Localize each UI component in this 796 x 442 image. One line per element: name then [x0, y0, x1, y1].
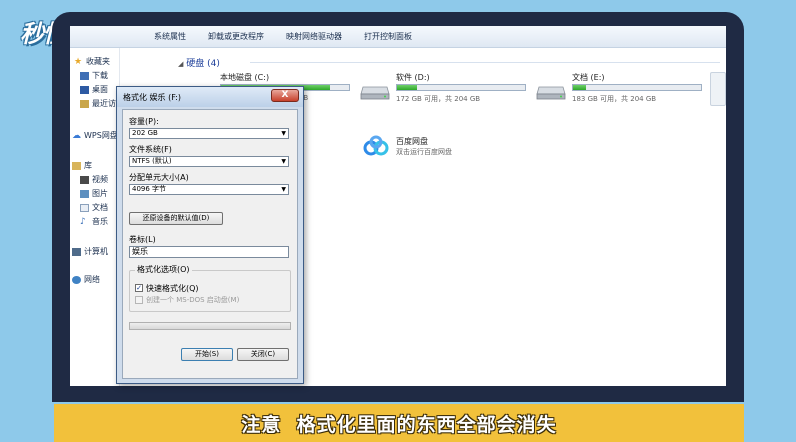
toolbar-system-properties[interactable]: 系统属性	[154, 31, 186, 42]
close-button[interactable]: 关闭(C)	[237, 348, 289, 361]
drive-d-usage-bar	[396, 84, 526, 91]
quick-format-label: 快速格式化(Q)	[146, 284, 199, 293]
nav-videos[interactable]: 视频	[80, 174, 108, 185]
nav-desktop[interactable]: 桌面	[80, 84, 108, 95]
filesystem-select[interactable]: NTFS (默认) ▼	[129, 156, 289, 167]
filesystem-label: 文件系统(F)	[129, 145, 172, 154]
allocation-unit-select[interactable]: 4096 字节 ▼	[129, 184, 289, 195]
desktop-icon	[80, 85, 89, 94]
nav-documents[interactable]: 文档	[80, 202, 108, 213]
explorer-toolbar: 系统属性 卸载或更改程序 映射网络驱动器 打开控制面板	[70, 26, 726, 48]
close-icon: X	[281, 90, 289, 100]
star-icon: ★	[74, 56, 83, 67]
recent-places-icon	[80, 99, 89, 108]
section-divider	[250, 62, 720, 63]
cloud-icon: ☁	[72, 130, 81, 141]
nav-wps-drive[interactable]: ☁ WPS网盘	[72, 130, 118, 141]
library-icon	[72, 161, 81, 170]
collapse-triangle-icon: ◢	[178, 60, 184, 68]
start-button[interactable]: 开始(S)	[181, 348, 233, 361]
restore-defaults-button[interactable]: 还原设备的默认值(D)	[129, 212, 223, 225]
volume-label-label: 卷标(L)	[129, 235, 156, 244]
computer-icon	[72, 247, 81, 256]
toolbar-map-network-drive[interactable]: 映射网络驱动器	[286, 31, 342, 42]
format-dialog: 格式化 娱乐 (F:) X 容量(P): 202 GB ▼ 文件系统(F) NT…	[116, 86, 304, 384]
format-progress-bar	[129, 322, 291, 330]
dialog-title-bar[interactable]: 格式化 娱乐 (F:) X	[117, 87, 303, 107]
hard-disks-section-title[interactable]: ◢ 硬盘 (4)	[178, 56, 220, 69]
dialog-title: 格式化 娱乐 (F:)	[123, 93, 182, 102]
drive-e[interactable]: 文档 (E:) 183 GB 可用，共 204 GB	[536, 72, 716, 106]
nav-recent[interactable]: 最近访	[80, 98, 116, 109]
downloads-folder-icon	[80, 71, 89, 80]
drive-e-usage-bar	[572, 84, 702, 91]
checkmark-icon: ✓	[136, 284, 142, 292]
allocation-unit-label: 分配单元大小(A)	[129, 173, 189, 182]
music-note-icon: ♪	[80, 216, 86, 227]
capacity-select[interactable]: 202 GB ▼	[129, 128, 289, 139]
msdos-startup-checkbox[interactable]	[135, 296, 143, 304]
volume-label-input[interactable]: 娱乐	[129, 246, 289, 258]
format-options-label: 格式化选项(O)	[135, 264, 192, 275]
drive-d-usage-fill	[397, 85, 418, 90]
nav-computer[interactable]: 计算机	[72, 246, 108, 257]
drive-e-usage-fill	[573, 85, 586, 90]
document-icon	[80, 203, 89, 212]
hard-drive-icon	[360, 86, 390, 100]
subtitle-banner: 注意 格式化里面的东西全部会消失	[54, 404, 744, 442]
drive-f-partial[interactable]	[710, 72, 726, 106]
network-icon	[72, 275, 81, 284]
msdos-startup-label: 创建一个 MS-DOS 启动盘(M)	[146, 296, 240, 304]
dropdown-arrow-icon: ▼	[281, 158, 286, 165]
nav-library[interactable]: 库	[72, 160, 92, 171]
quick-format-checkbox[interactable]: ✓	[135, 284, 143, 292]
nav-network[interactable]: 网络	[72, 274, 100, 285]
drive-d[interactable]: 软件 (D:) 172 GB 可用，共 204 GB	[360, 72, 540, 106]
toolbar-open-control-panel[interactable]: 打开控制面板	[364, 31, 412, 42]
nav-pictures[interactable]: 图片	[80, 188, 108, 199]
nav-favorites[interactable]: ★ 收藏夹	[74, 56, 110, 67]
nav-downloads[interactable]: 下载	[80, 70, 108, 81]
hard-drive-icon	[536, 86, 566, 100]
navigation-pane: ★ 收藏夹 下载 桌面 最近访 ☁ WPS网盘 库 视频 图片 文档 ♪ 音乐 …	[70, 48, 120, 386]
capacity-label: 容量(P):	[129, 117, 159, 126]
subtitle-text: 注意 格式化里面的东西全部会消失	[241, 413, 557, 436]
dropdown-arrow-icon: ▼	[281, 186, 286, 193]
video-icon	[80, 175, 89, 184]
dialog-close-button[interactable]: X	[271, 89, 299, 102]
dialog-body: 容量(P): 202 GB ▼ 文件系统(F) NTFS (默认) ▼ 分配单元…	[122, 109, 298, 379]
toolbar-uninstall-program[interactable]: 卸载或更改程序	[208, 31, 264, 42]
baidu-netdisk-item[interactable]: 百度网盘 双击运行百度网盘	[360, 132, 500, 162]
baidu-netdisk-icon	[363, 135, 389, 156]
nav-music[interactable]: ♪ 音乐	[80, 216, 108, 227]
picture-icon	[80, 189, 89, 198]
dropdown-arrow-icon: ▼	[281, 130, 286, 137]
